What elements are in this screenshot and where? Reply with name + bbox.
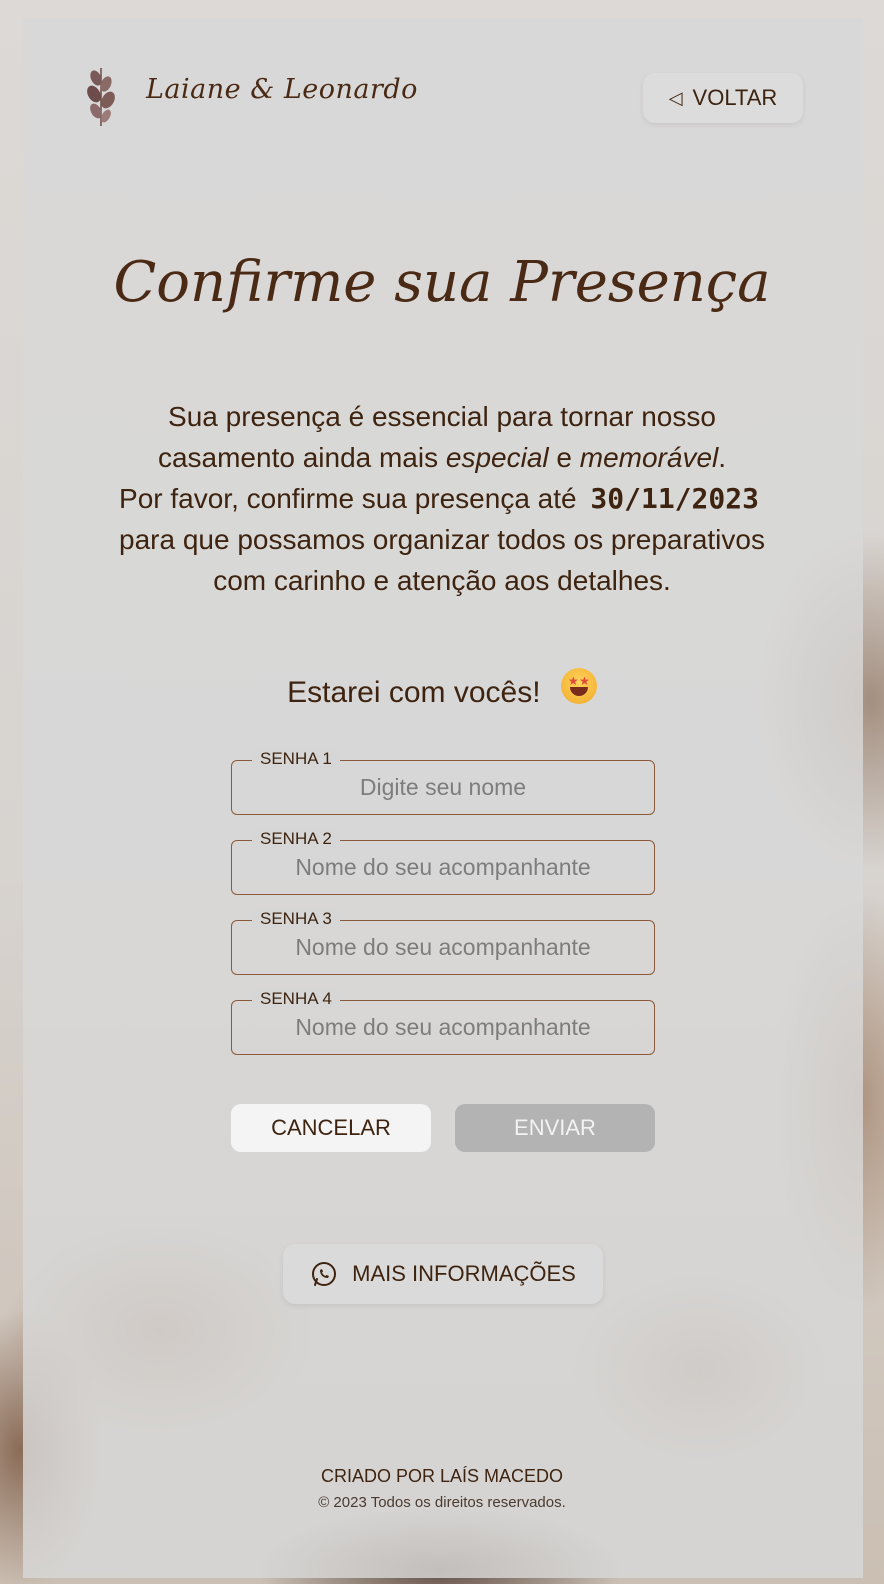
star-struck-emoji-icon [560, 668, 597, 705]
intro-text: Sua presença é essencial para tornar nos… [100, 396, 784, 601]
more-info-button[interactable]: MAIS INFORMAÇÕES [283, 1244, 603, 1304]
field-label: SENHA 4 [252, 989, 340, 1009]
intro-part3: para que possamos organizar todos os pre… [119, 524, 765, 596]
page-title: Confirme sua Presença [113, 250, 771, 315]
intro-emphasis-1: especial [445, 442, 549, 473]
leaf-logo-icon [87, 68, 115, 126]
more-info-label: MAIS INFORMAÇÕES [352, 1261, 576, 1286]
back-button-label: VOLTAR [692, 85, 778, 110]
name-field-3: SENHA 3 [231, 909, 655, 975]
field-label: SENHA 1 [252, 749, 340, 769]
couple-names: Laiane & Leonardo [146, 74, 418, 105]
field-label: SENHA 2 [252, 829, 340, 849]
whatsapp-icon [312, 1262, 337, 1286]
intro-part2: Por favor, confirme sua presença até [119, 483, 577, 514]
intro-emphasis-2: memorável [579, 442, 719, 473]
cancel-button[interactable]: CANCELAR [231, 1104, 431, 1152]
name-field-1: SENHA 1 [231, 749, 655, 815]
send-button[interactable]: ENVIAR [455, 1104, 655, 1152]
name-field-4: SENHA 4 [231, 989, 655, 1055]
field-label: SENHA 3 [252, 909, 340, 929]
footer-credit: CRIADO POR LAÍS MACEDO [320, 1466, 564, 1486]
attend-label: Estarei com vocês! [287, 676, 541, 709]
attend-heading: Estarei com vocês! [0, 668, 884, 712]
back-button[interactable]: ◁ VOLTAR [643, 73, 803, 123]
intro-and: e [548, 442, 580, 473]
deadline-date: 30/11/2023 [590, 482, 759, 515]
footer-copyright: © 2023 Todos os direitos reservados. [318, 1494, 566, 1511]
intro-period: . [718, 442, 727, 473]
back-arrow-icon: ◁ [668, 87, 683, 108]
name-field-2: SENHA 2 [231, 829, 655, 895]
